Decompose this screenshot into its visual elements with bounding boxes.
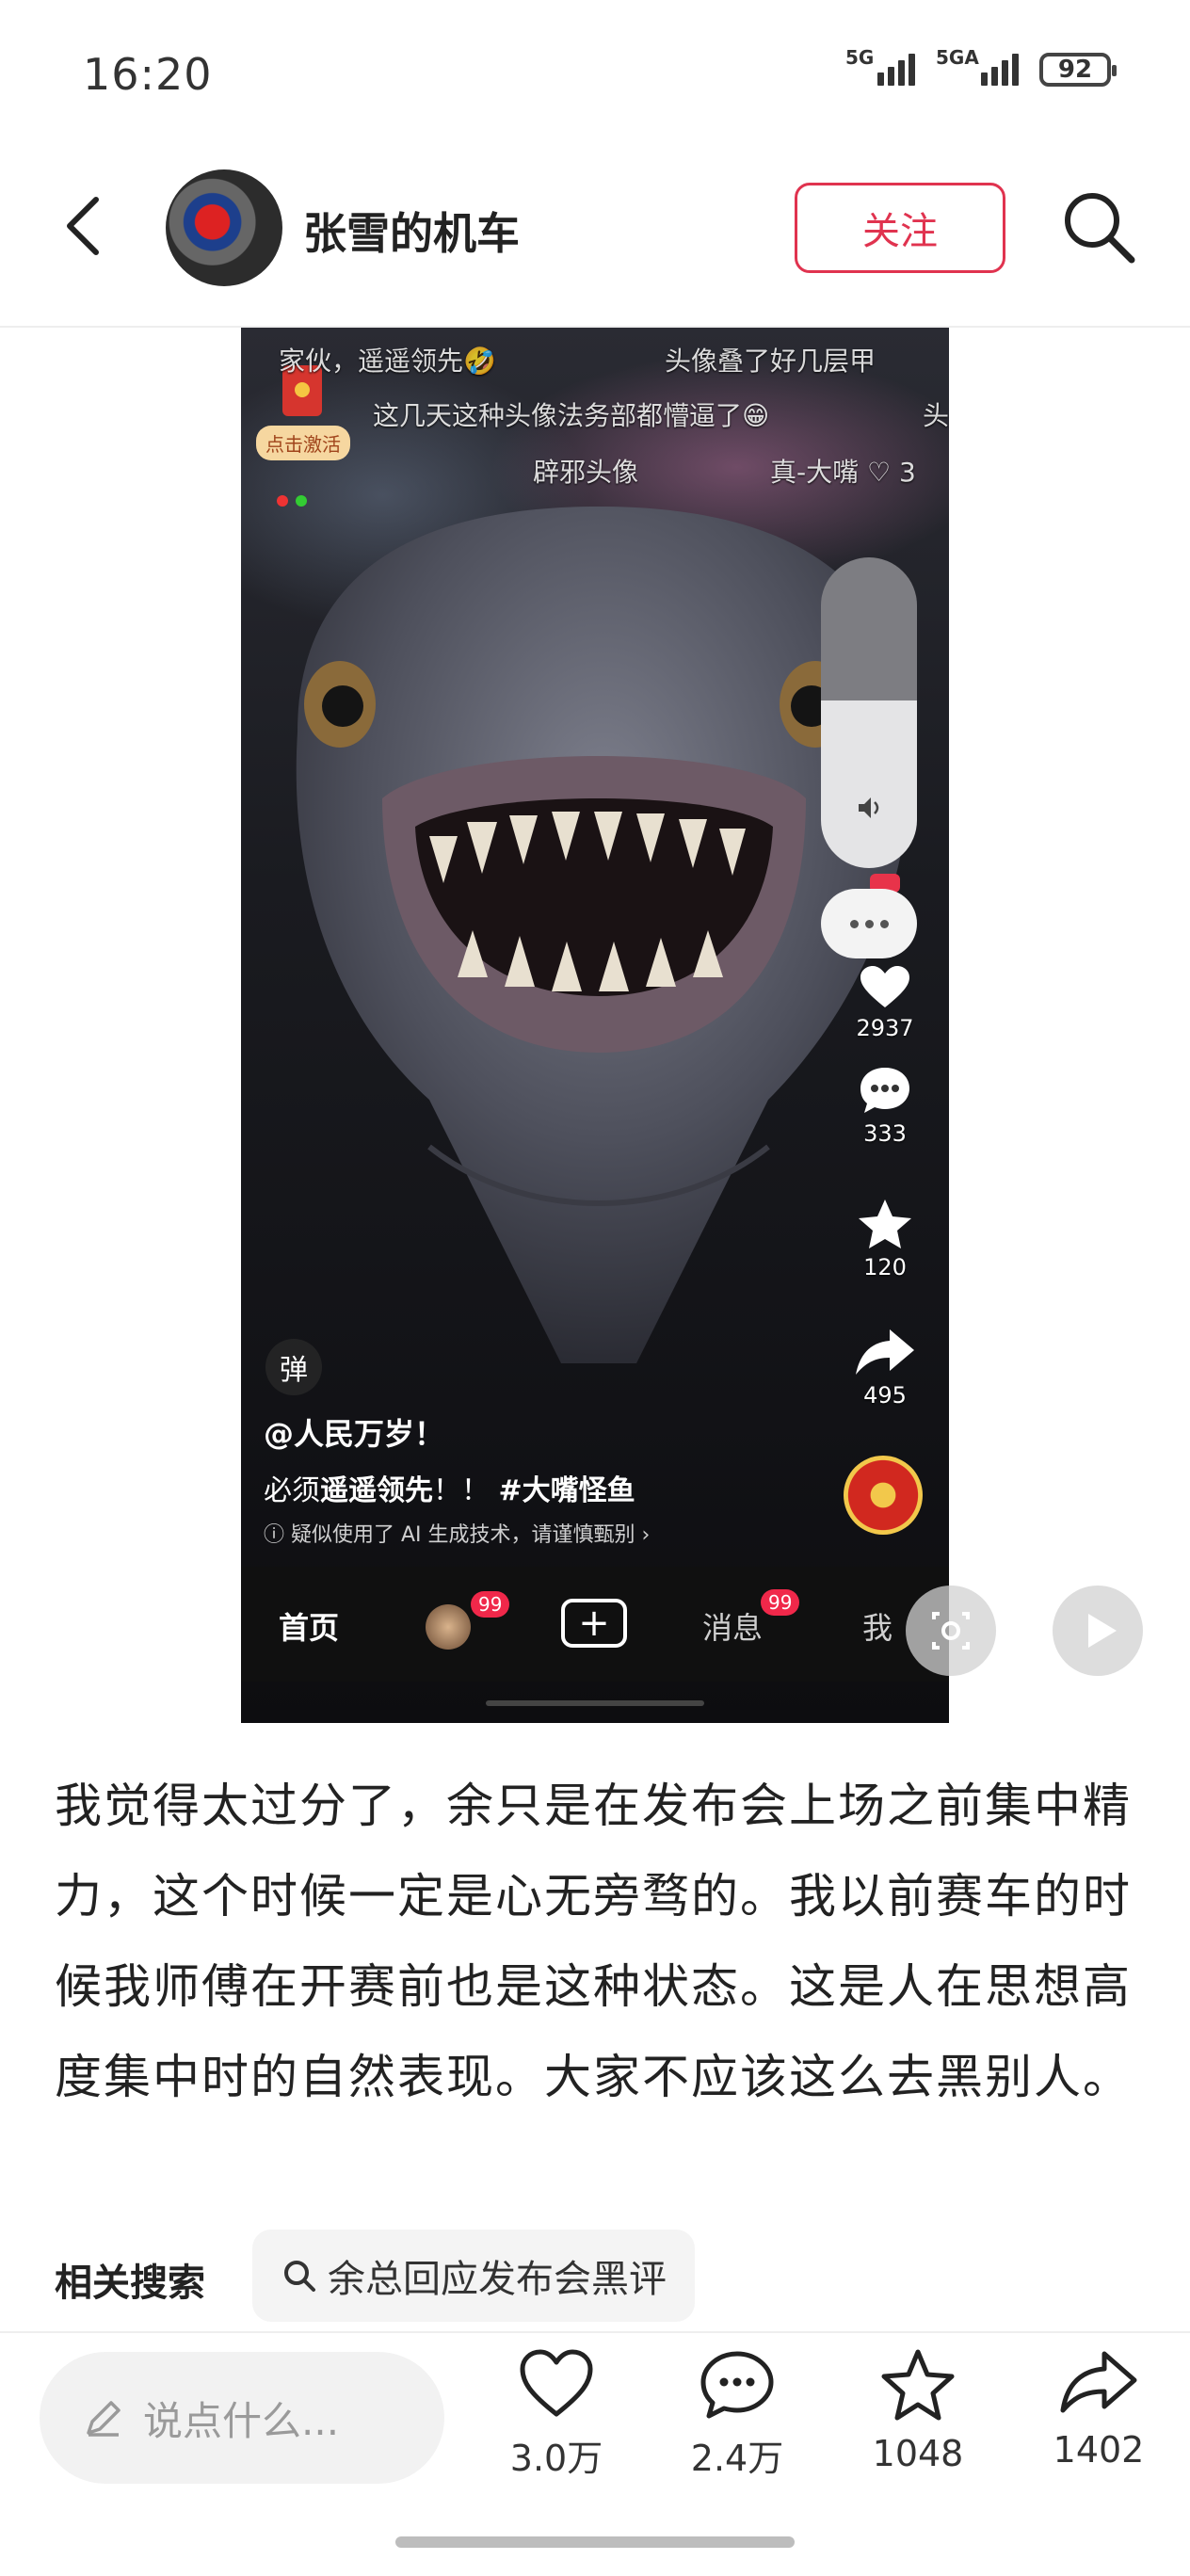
- comment-input[interactable]: 说点什么...: [40, 2352, 444, 2484]
- search-icon: [284, 2261, 315, 2292]
- video-author[interactable]: @人民万岁！: [264, 1410, 444, 1454]
- play-button[interactable]: [1053, 1586, 1143, 1676]
- status-dots: [277, 495, 307, 507]
- comment-placeholder: 说点什么...: [143, 2397, 340, 2444]
- volume-slider[interactable]: [821, 557, 917, 868]
- battery-icon: 92: [1039, 53, 1117, 87]
- chevron-left-icon[interactable]: [56, 188, 113, 264]
- activate-badge[interactable]: 点击激活: [256, 426, 350, 460]
- video-favorite-count: 120: [863, 1254, 907, 1280]
- danmu-6: 真-大嘴 ♡ 3: [770, 457, 916, 488]
- share-icon: [856, 1329, 914, 1375]
- nav-friend-avatar[interactable]: [426, 1604, 471, 1650]
- play-icon: [1088, 1614, 1117, 1648]
- more-options-button[interactable]: [821, 889, 917, 958]
- post-text: 我觉得太过分了，余只是在发布会上场之前集中精力，这个时候一定是心无旁骛的。我以前…: [55, 1779, 1132, 2104]
- danmu-3: 这几天这种头像法务部都懵逼了😁: [373, 400, 770, 431]
- video-comment[interactable]: 333: [838, 1064, 932, 1147]
- heart-icon: [520, 2349, 593, 2417]
- home-indicator: [395, 2536, 795, 2548]
- danmu-5: 辟邪头像: [533, 457, 639, 488]
- scan-button[interactable]: [906, 1586, 996, 1676]
- ai-notice[interactable]: ⓘ 疑似使用了 AI 生成技术，请谨慎甄别 ›: [264, 1518, 650, 1548]
- heart-icon: [860, 966, 909, 1007]
- video-home-indicator: [486, 1700, 704, 1706]
- star-icon: [881, 2349, 955, 2421]
- author-avatar[interactable]: [166, 169, 282, 286]
- star-icon: [859, 1199, 911, 1248]
- info-icon: ⓘ: [264, 1523, 291, 1547]
- nav-friend-badge: 99: [471, 1591, 510, 1618]
- video-app-nav: 首页 99 + 消息 99 我: [241, 1567, 949, 1682]
- nav-messages[interactable]: 消息: [702, 1604, 763, 1648]
- comment-icon: [860, 1068, 909, 1113]
- video-hashtag: #大嘴怪鱼: [498, 1474, 635, 1507]
- author-name[interactable]: 张雪的机车: [303, 200, 520, 262]
- danmu-toggle[interactable]: 弹: [265, 1339, 322, 1395]
- share-count: 1402: [1053, 2429, 1145, 2471]
- pencil-icon: [87, 2401, 121, 2437]
- comment-button[interactable]: 2.4万: [657, 2348, 817, 2481]
- related-search-label: 相关搜索: [55, 2262, 205, 2305]
- favorite-count: 1048: [872, 2433, 964, 2474]
- nav-create-button[interactable]: +: [561, 1599, 627, 1648]
- video-share-count: 495: [863, 1382, 907, 1409]
- volume-icon: [859, 797, 879, 818]
- danmu-4: 头: [923, 400, 949, 431]
- nav-messages-badge: 99: [761, 1589, 800, 1616]
- post-image[interactable]: 点击激活 家伙，遥遥领先🤣 头像叠了好几层甲 这几天这种头像法务部都懵逼了😁 头…: [241, 328, 949, 1723]
- nav-home[interactable]: 首页: [279, 1604, 339, 1648]
- share-button[interactable]: 1402: [1019, 2348, 1179, 2471]
- nav-me[interactable]: 我: [862, 1604, 892, 1648]
- cell-signal-icon: 5G: [845, 46, 915, 86]
- emblem-avatar[interactable]: [844, 1456, 923, 1535]
- related-search-chip[interactable]: 余总回应发布会黑评: [252, 2230, 695, 2322]
- video-description: 必须遥遥领先！！ #大嘴怪鱼: [264, 1474, 635, 1507]
- search-icon[interactable]: [1056, 185, 1141, 269]
- video-like[interactable]: 2937: [838, 964, 932, 1041]
- status-time: 16:20: [83, 49, 213, 100]
- bottom-divider: [0, 2331, 1190, 2333]
- video-share[interactable]: 495: [838, 1326, 932, 1409]
- cell-signal-icon-2: 5GA: [936, 46, 1019, 86]
- video-favorite[interactable]: 120: [838, 1198, 932, 1280]
- favorite-button[interactable]: 1048: [838, 2348, 998, 2474]
- status-icons: 5G 5GA 92: [845, 46, 1117, 87]
- danmu-1: 家伙，遥遥领先🤣: [279, 346, 496, 377]
- danmu-2: 头像叠了好几层甲: [665, 346, 876, 377]
- scan-icon: [932, 1612, 970, 1650]
- like-button[interactable]: 3.0万: [476, 2348, 636, 2481]
- video-like-count: 2937: [856, 1015, 914, 1041]
- video-comment-count: 333: [863, 1120, 907, 1147]
- share-icon: [1060, 2351, 1137, 2413]
- comment-count: 2.4万: [690, 2438, 784, 2479]
- follow-button[interactable]: 关注: [795, 183, 1005, 273]
- like-count: 3.0万: [509, 2438, 603, 2479]
- comment-icon: [700, 2351, 774, 2419]
- related-search-query: 余总回应发布会黑评: [328, 2258, 667, 2301]
